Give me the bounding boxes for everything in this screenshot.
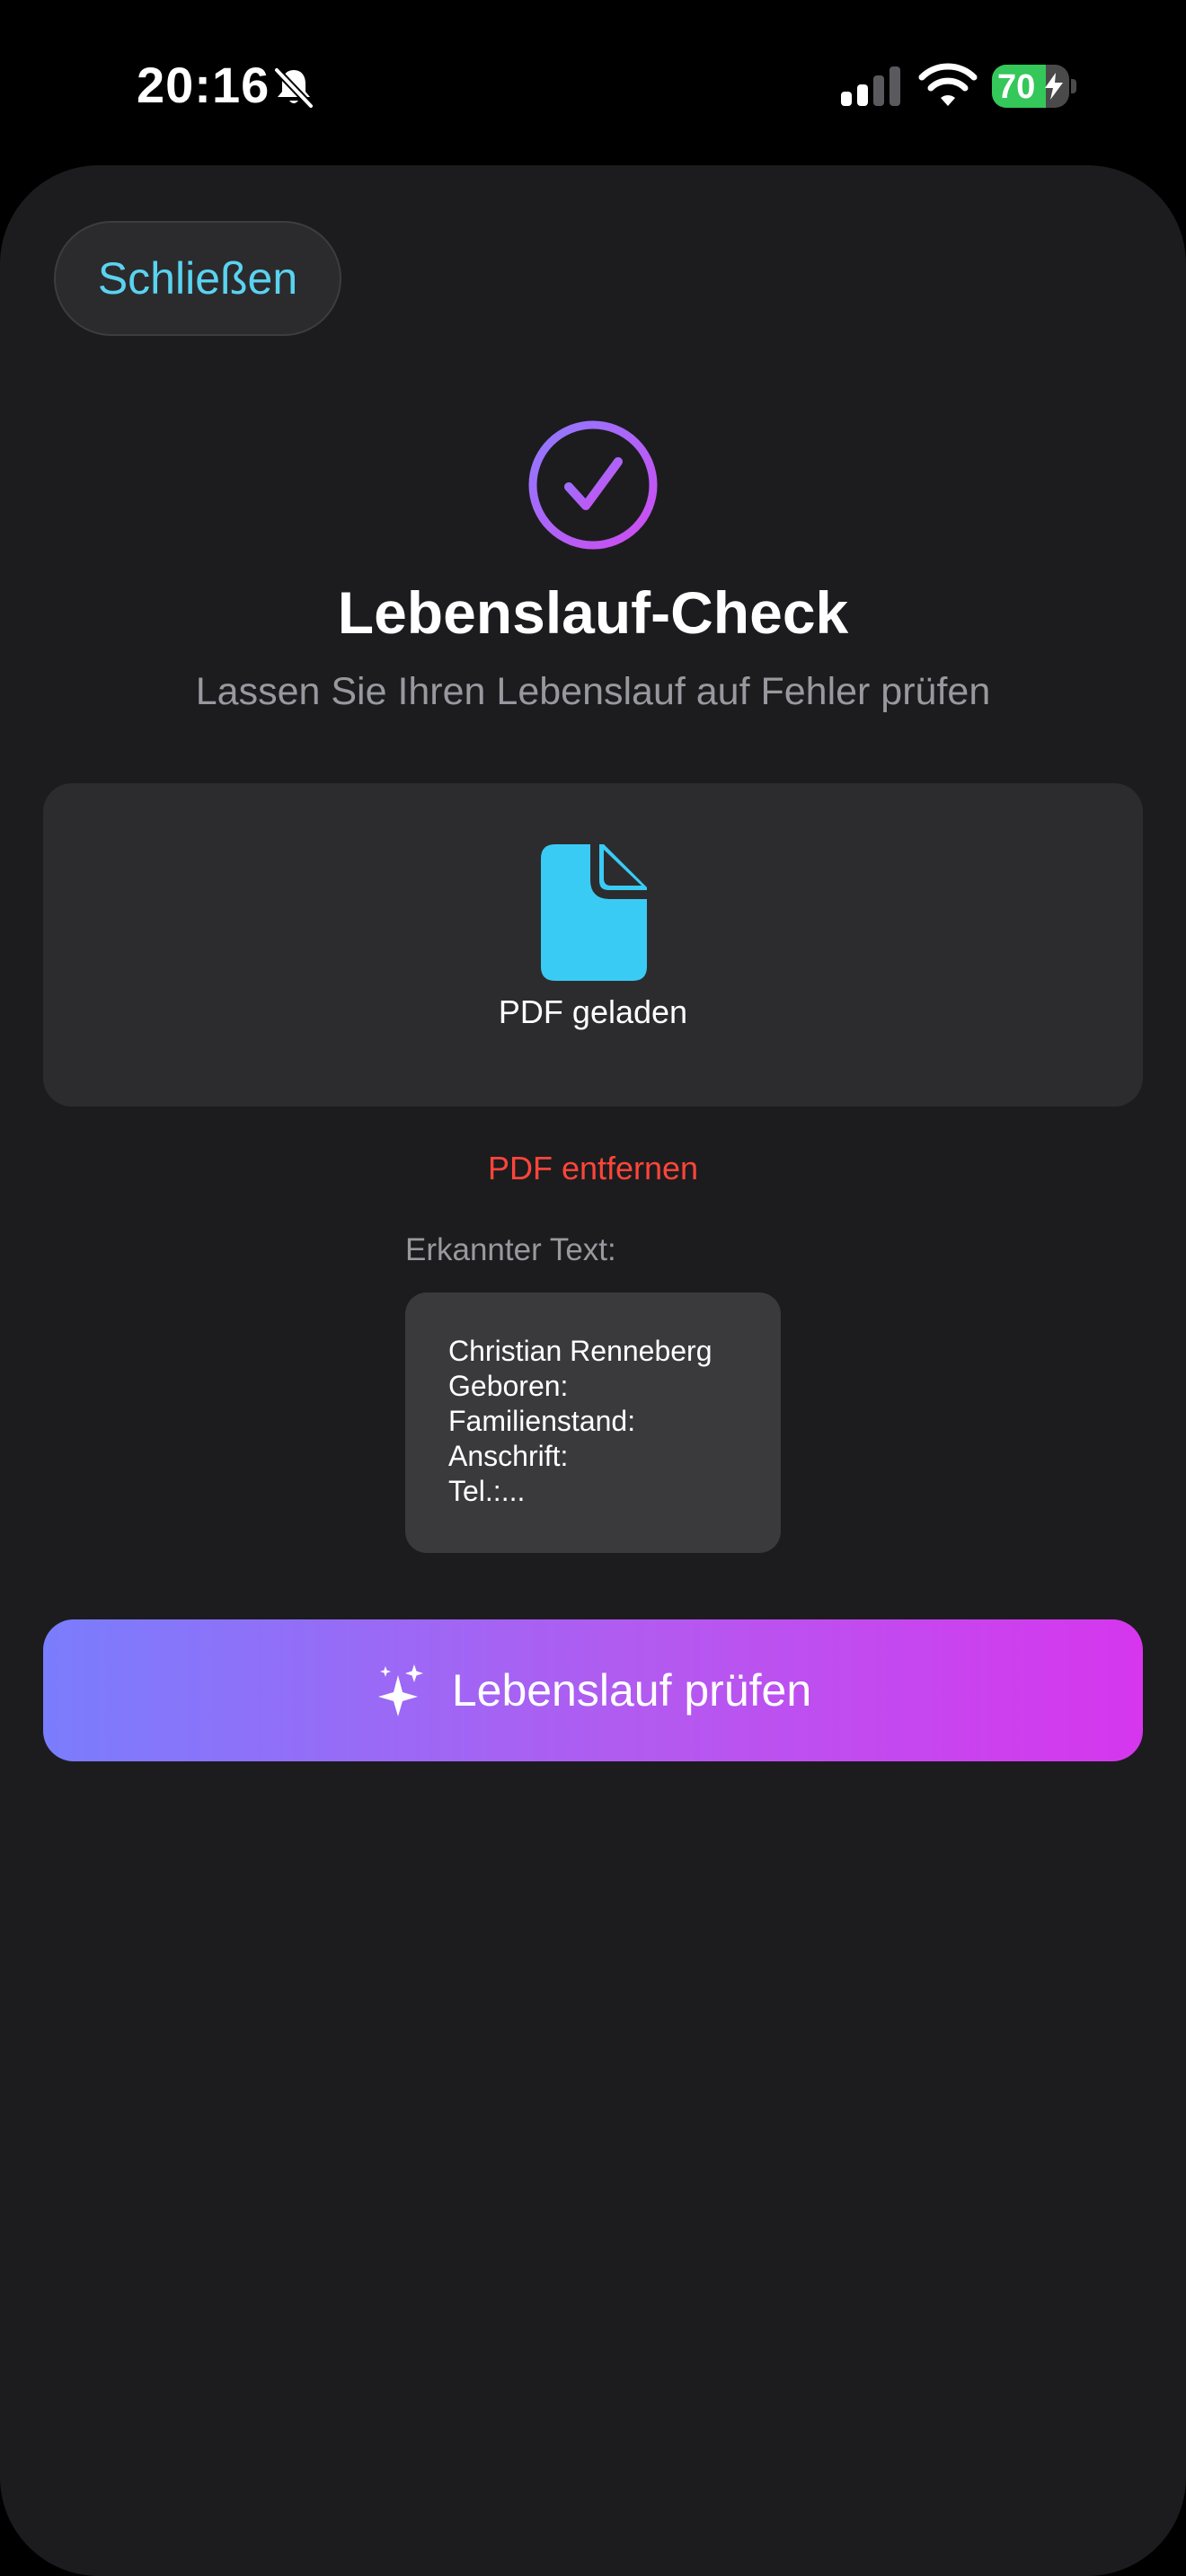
pdf-status-label: PDF geladen: [498, 993, 688, 1030]
recognized-text-box: Christian Renneberg Geboren: Familiensta…: [405, 1292, 781, 1553]
recognized-text-line: Anschrift:: [448, 1440, 569, 1472]
recognized-text-label: Erkannter Text:: [405, 1232, 616, 1267]
remove-pdf-button[interactable]: PDF entfernen: [0, 1150, 1186, 1187]
checkmark-circle-icon: [528, 420, 658, 550]
page-title: Lebenslauf-Check: [337, 579, 849, 646]
sparkles-icon: [377, 1664, 423, 1716]
battery-charging-icon: 70: [992, 65, 1078, 110]
bolt-icon: [1045, 73, 1063, 100]
battery-level-text: 70: [997, 68, 1036, 106]
recognized-text-line: Tel.:...: [448, 1475, 526, 1507]
check-resume-button[interactable]: Lebenslauf prüfen: [43, 1619, 1143, 1761]
recognized-text-line: Familienstand:: [448, 1405, 636, 1437]
pdf-card[interactable]: PDF geladen: [43, 783, 1143, 1107]
check-resume-label: Lebenslauf prüfen: [451, 1665, 812, 1716]
document-icon: [541, 844, 647, 981]
status-bar: 20:16 70: [0, 0, 1186, 171]
page-subtitle: Lassen Sie Ihren Lebenslauf auf Fehler p…: [195, 670, 991, 713]
wifi-icon: [918, 63, 978, 106]
recognized-text-line: Geboren:: [448, 1370, 569, 1402]
recognized-text-line: Christian Renneberg: [448, 1335, 712, 1367]
cellular-signal-icon: [841, 66, 900, 106]
close-button[interactable]: Schließen: [54, 221, 341, 336]
sheet: Schließen Lebenslauf-Check Lassen Sie Ih…: [0, 165, 1186, 2576]
status-time: 20:16: [137, 57, 270, 113]
bell-slash-icon: [274, 67, 314, 109]
